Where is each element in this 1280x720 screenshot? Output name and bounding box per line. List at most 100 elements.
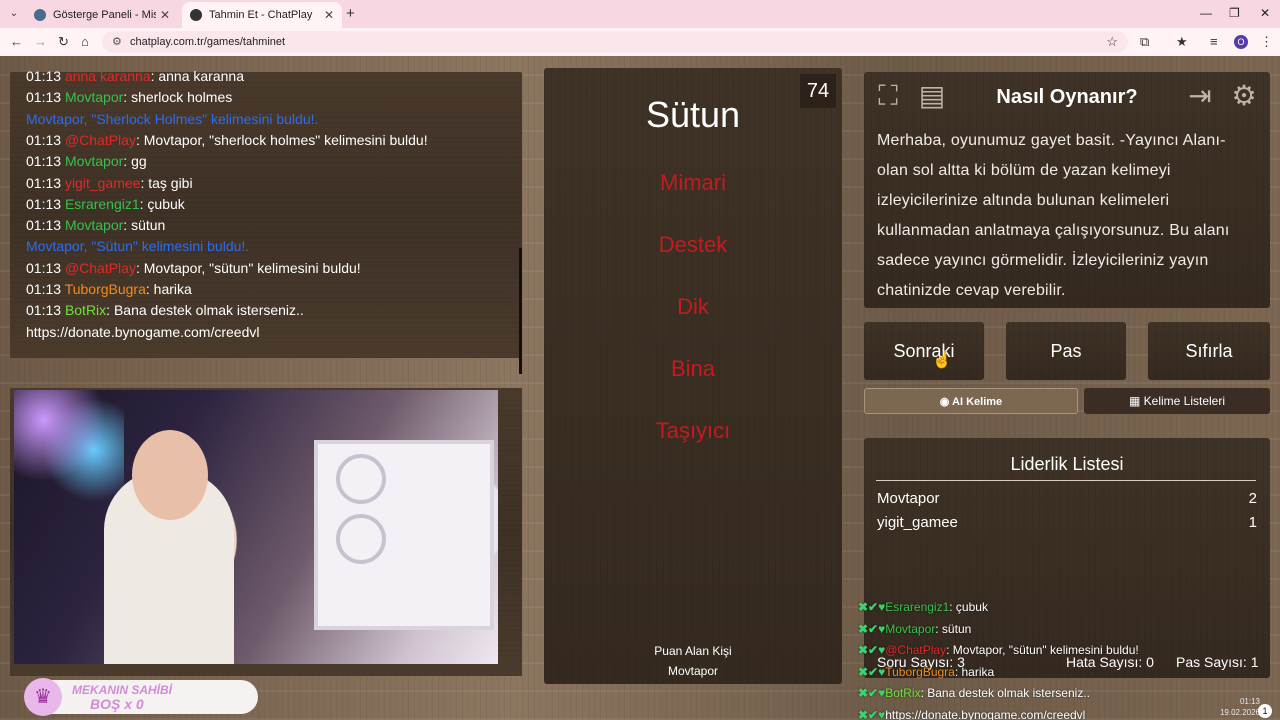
- overlay-text: : harika: [954, 664, 995, 679]
- message-username[interactable]: anna karanna: [65, 68, 151, 84]
- ai-word-button[interactable]: ◉ AI Kelime: [864, 388, 1078, 414]
- new-tab-icon[interactable]: +: [346, 5, 355, 22]
- overlay-chat-message: ✖✔♥@ChatPlay: Movtapor, "sütun" kelimesi…: [858, 643, 1139, 657]
- chat-message: 01:13 Movtapor: gg: [26, 153, 147, 169]
- tab-strip: ⌄ Gösterge Paneli - MissXss AI Bo ✕ Tahm…: [0, 0, 1280, 28]
- close-tab-icon[interactable]: ✕: [324, 8, 334, 22]
- chat-badges-icon: ✖✔♥: [858, 600, 886, 614]
- clock-date: 19.02.2026: [1219, 708, 1260, 717]
- overlay-username: Esrarengiz1: [885, 600, 950, 614]
- message-username[interactable]: yigit_gamee: [65, 175, 141, 191]
- mekan-title: MEKANIN SAHİBİ: [72, 683, 173, 697]
- how-to-play-panel: ⛶ ▤ Nasıl Oynanır? ⇥ ⚙ Merhaba, oyunumuz…: [864, 72, 1270, 308]
- back-icon[interactable]: ←: [10, 34, 23, 49]
- chat-scrollbar[interactable]: [519, 248, 522, 374]
- message-username[interactable]: TuborgBugra: [65, 281, 146, 297]
- chat-badges-icon: ✖✔♥: [858, 707, 886, 720]
- bookmarks-icon[interactable]: ★: [1176, 34, 1188, 50]
- dashboard-favicon-icon: [34, 9, 46, 21]
- site-info-icon[interactable]: ⚙: [112, 35, 122, 48]
- home-icon[interactable]: ⌂: [81, 34, 89, 49]
- message-username[interactable]: @ChatPlay: [65, 260, 136, 276]
- url-text: chatplay.com.tr/games/tahminet: [130, 36, 286, 48]
- fan-shape: [336, 514, 386, 564]
- chat-message: 01:13 Movtapor: sütun: [26, 217, 165, 233]
- word-lists-label: Kelime Listeleri: [1143, 394, 1226, 408]
- chat-message: 01:13 @ChatPlay: Movtapor, "sherlock hol…: [26, 132, 428, 148]
- overlay-text: : Movtapor, "sütun" kelimesini buldu!: [946, 643, 1139, 657]
- pass-button[interactable]: Pas: [1006, 322, 1126, 380]
- game-page: 01:13 anna karanna: anna karanna 01:13 Mo…: [0, 56, 1280, 720]
- browser-toolbar: ← → ↻ ⌂ ⚙ chatplay.com.tr/games/tahminet…: [0, 28, 1280, 56]
- tab-title: Tahmin Et - ChatPlay: [209, 9, 313, 21]
- next-button[interactable]: Sonraki: [864, 322, 984, 380]
- minimize-icon[interactable]: —: [1200, 6, 1212, 20]
- player-score: 1: [1248, 514, 1257, 531]
- chatplay-favicon-icon: [190, 9, 202, 21]
- profile-avatar[interactable]: O: [1234, 35, 1248, 49]
- mekan-value: BOŞ x 0: [90, 696, 144, 712]
- chat-badges-icon: ✖✔♥: [858, 664, 886, 679]
- message-text: https://donate.bynogame.com/creedvl: [26, 323, 260, 340]
- message-time: 01:13: [26, 174, 62, 191]
- tab-chatplay[interactable]: Tahmin Et - ChatPlay ✕: [182, 2, 342, 28]
- overlay-text: : sütun: [935, 621, 972, 636]
- fan-shape: [336, 454, 386, 504]
- restore-icon[interactable]: ❐: [1229, 6, 1240, 20]
- word-lists-button[interactable]: ▦ Kelime Listeleri: [1084, 388, 1270, 414]
- message-text: : harika: [145, 281, 192, 297]
- reload-icon[interactable]: ↻: [58, 34, 69, 50]
- robot-icon: ◉: [939, 396, 953, 408]
- message-time: 01:13: [26, 281, 62, 297]
- media-icon[interactable]: ≡: [1210, 34, 1218, 49]
- message-username[interactable]: BotRix: [65, 302, 106, 318]
- stream-chat-panel: 01:13 anna karanna: anna karanna 01:13 Mo…: [10, 68, 522, 374]
- message-username[interactable]: Movtapor: [65, 217, 123, 233]
- chat-message: 01:13 anna karanna: anna karanna: [26, 68, 244, 84]
- chat-message: https://donate.bynogame.com/creedvl: [26, 324, 259, 340]
- leaderboard-row: yigit_gamee 1: [877, 514, 1257, 531]
- close-window-icon[interactable]: ✕: [1260, 6, 1270, 20]
- extensions-icon[interactable]: ⧉: [1140, 34, 1149, 50]
- message-time: 01:13: [26, 68, 62, 84]
- message-time: 01:13: [26, 131, 62, 148]
- chat-message: Movtapor, "Sütun" kelimesini buldu!.: [26, 238, 249, 254]
- exit-icon[interactable]: ⇥: [1182, 78, 1218, 114]
- chat-message: 01:13 yigit_gamee: taş gibi: [26, 175, 193, 191]
- overlay-username: Movtapor: [885, 621, 936, 636]
- menu-icon[interactable]: ⋮: [1260, 34, 1273, 50]
- mekan-owner-badge: ♛ MEKANIN SAHİBİ BOŞ x 0: [24, 678, 258, 716]
- settings-gear-icon[interactable]: ⚙: [1226, 78, 1262, 114]
- overlay-username: @ChatPlay: [885, 643, 947, 657]
- message-text: : sherlock holmes: [123, 89, 233, 106]
- message-username[interactable]: @ChatPlay: [65, 132, 136, 148]
- player-name: Movtapor: [877, 490, 940, 507]
- message-text: : gg: [123, 153, 147, 170]
- chat-badges-icon: ✖✔♥: [858, 621, 886, 636]
- message-username[interactable]: Movtapor: [65, 153, 123, 169]
- reset-button[interactable]: Sıfırla: [1148, 322, 1270, 380]
- overlay-chat-message: ✖✔♥BotRix: Bana destek olmak isterseniz.…: [858, 686, 1090, 700]
- overlay-text: https://donate.bynogame.com/creedvl: [885, 707, 1086, 720]
- tab-search-icon[interactable]: ⌄: [6, 6, 22, 22]
- notification-badge[interactable]: 1: [1258, 704, 1272, 718]
- overlay-text: : Bana destek olmak isterseniz..: [920, 686, 1090, 700]
- message-text: : Movtapor, "sütun" kelimesini buldu!: [135, 259, 361, 276]
- divider: [876, 480, 1256, 481]
- points-label: Puan Alan Kişi: [654, 644, 732, 658]
- overlay-text: : çubuk: [949, 600, 988, 614]
- forward-icon[interactable]: →: [34, 34, 47, 49]
- message-username[interactable]: Movtapor: [65, 89, 123, 105]
- chat-message: 01:13 @ChatPlay: Movtapor, "sütun" kelim…: [26, 260, 361, 276]
- tab-title: Gösterge Paneli - MissXss AI Bo: [53, 9, 156, 21]
- message-username[interactable]: Esrarengiz1: [65, 196, 140, 212]
- player-score: 2: [1248, 490, 1257, 507]
- overlay-chat-message: ✖✔♥https://donate.bynogame.com/creedvl: [858, 708, 1085, 720]
- chat-message: 01:13 Esrarengiz1: çubuk: [26, 196, 185, 212]
- tab-dashboard[interactable]: Gösterge Paneli - MissXss AI Bo ✕: [26, 2, 178, 28]
- bookmark-star-icon[interactable]: ☆: [1106, 34, 1118, 50]
- address-bar[interactable]: ⚙ chatplay.com.tr/games/tahminet ☆: [102, 31, 1128, 53]
- close-tab-icon[interactable]: ✕: [160, 8, 170, 22]
- message-text: : sütun: [123, 217, 166, 234]
- how-to-text: Merhaba, oyunumuz gayet basit. -Yayıncı …: [877, 132, 1230, 299]
